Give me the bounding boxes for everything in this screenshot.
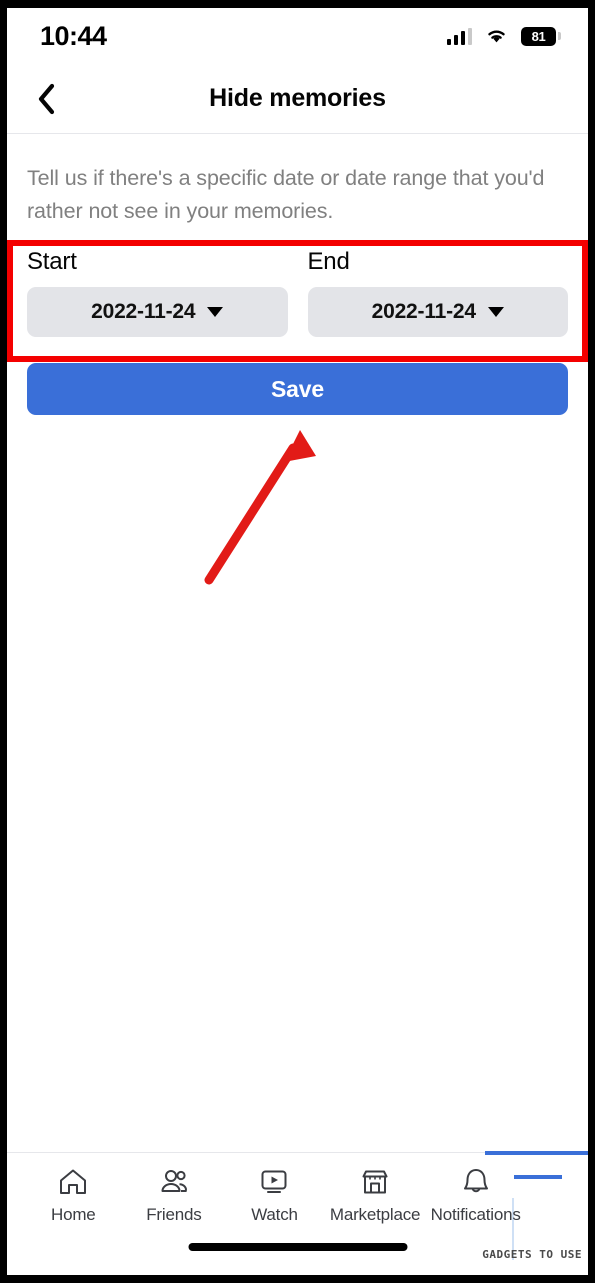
tab-friends-label: Friends (146, 1205, 202, 1224)
status-bar: 10:44 81 (7, 8, 588, 64)
home-indicator-area: GADGETS TO USE (7, 1237, 588, 1275)
bottom-navigation: Home Friends Watch Marketplace Notificat… (7, 1151, 588, 1275)
chevron-left-icon (38, 83, 55, 114)
phone-frame: 10:44 81 Hide memories Tell us if there'… (0, 0, 595, 1283)
main-content: Tell us if there's a specific date or da… (7, 162, 588, 415)
start-date-value: 2022-11-24 (91, 300, 196, 323)
end-date-group: End 2022-11-24 (307, 248, 568, 337)
home-icon (56, 1165, 90, 1199)
tab-watch-label: Watch (251, 1205, 298, 1224)
save-button-label: Save (271, 375, 324, 402)
tab-friends[interactable]: Friends (124, 1165, 225, 1225)
start-date-label: Start (27, 248, 77, 275)
status-icons: 81 (446, 26, 561, 46)
watermark-text: GADGETS TO USE (482, 1248, 582, 1261)
phone-screen: 10:44 81 Hide memories Tell us if there'… (7, 8, 588, 1275)
status-time: 10:44 (40, 20, 107, 51)
chevron-down-icon (487, 307, 504, 317)
tab-bar: Home Friends Watch Marketplace Notificat… (7, 1153, 588, 1237)
date-range-section: Start 2022-11-24 End 2022-11-24 (27, 248, 568, 337)
chevron-down-icon (207, 307, 224, 317)
back-button[interactable] (25, 78, 67, 120)
page-title: Hide memories (209, 84, 386, 112)
tab-notifications[interactable]: Notifications (425, 1165, 526, 1225)
watch-video-icon (257, 1165, 291, 1199)
tab-watch[interactable]: Watch (224, 1165, 325, 1225)
cellular-signal-icon (446, 27, 472, 45)
description-text: Tell us if there's a specific date or da… (27, 166, 545, 223)
start-date-group: Start 2022-11-24 (27, 248, 288, 337)
tab-notifications-label: Notifications (430, 1205, 521, 1224)
save-button[interactable]: Save (27, 363, 568, 415)
battery-icon: 81 (521, 26, 561, 46)
marketplace-store-icon (358, 1165, 392, 1199)
friends-icon (157, 1165, 191, 1199)
page-header: Hide memories (7, 64, 588, 134)
start-date-select[interactable]: 2022-11-24 (27, 287, 288, 337)
home-indicator (188, 1243, 407, 1251)
tab-home-label: Home (51, 1205, 96, 1224)
tab-marketplace-label: Marketplace (329, 1205, 421, 1224)
bell-icon (459, 1165, 493, 1199)
tab-marketplace[interactable]: Marketplace (325, 1165, 426, 1225)
battery-level: 81 (531, 28, 546, 44)
wifi-icon (488, 29, 505, 42)
end-date-value: 2022-11-24 (371, 300, 476, 323)
end-date-label: End (307, 248, 350, 275)
end-date-select[interactable]: 2022-11-24 (307, 287, 568, 337)
tab-home[interactable]: Home (23, 1165, 124, 1225)
